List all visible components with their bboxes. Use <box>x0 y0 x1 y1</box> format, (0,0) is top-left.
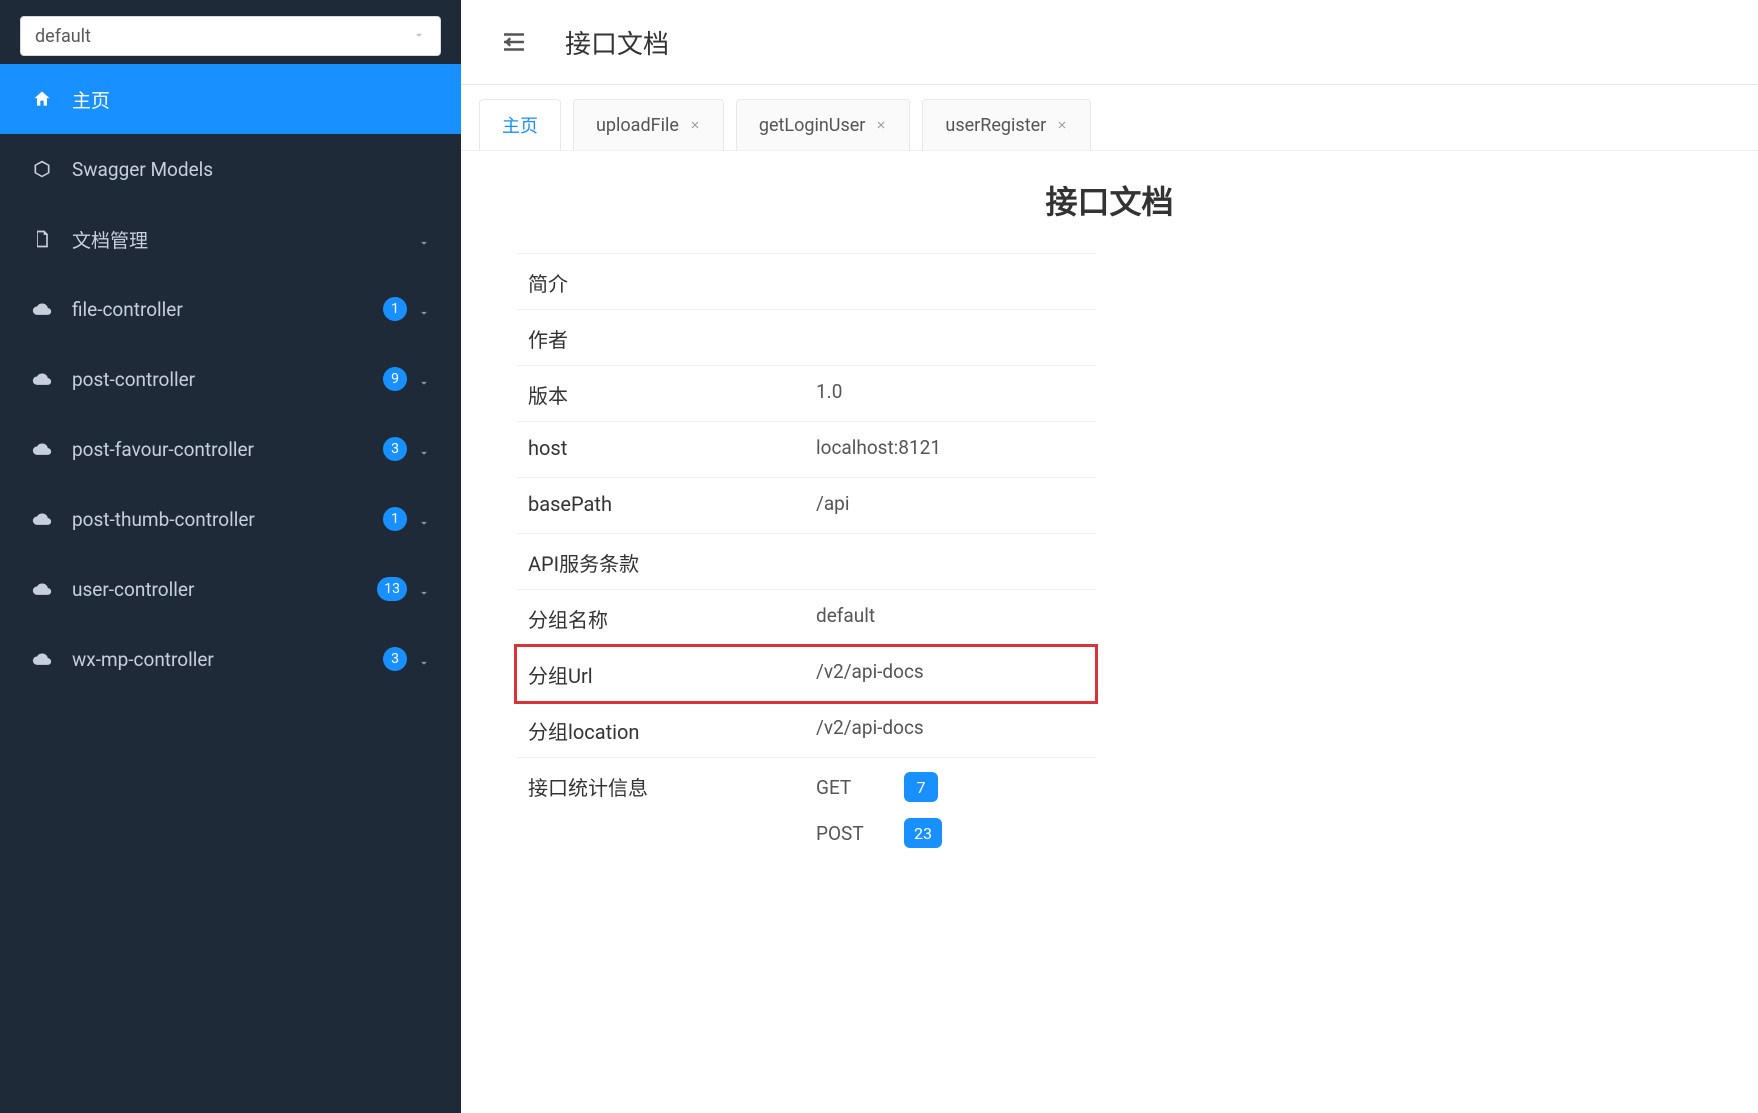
info-label: 分组Url <box>516 660 816 689</box>
group-selector-value: default <box>35 26 91 47</box>
sidebar-item-label: user-controller <box>72 578 377 601</box>
group-selector-wrap: default <box>0 0 461 64</box>
chevron-down-icon <box>417 442 431 456</box>
info-value: /api <box>816 492 1096 515</box>
info-label: API服务条款 <box>516 548 816 577</box>
tab-home[interactable]: 主页 <box>479 99 561 150</box>
content: 接口文档 简介 作者 版本 1.0 host localhost:8121 ba… <box>461 151 1758 1113</box>
count-badge: 1 <box>383 507 407 531</box>
close-icon[interactable] <box>875 119 887 131</box>
group-selector[interactable]: default <box>20 16 441 56</box>
info-row-stats: 接口统计信息 GET 7 POST 23 <box>516 758 1096 860</box>
info-value: 1.0 <box>816 380 1096 403</box>
info-row-highlighted: 分组Url /v2/api-docs <box>516 646 1096 702</box>
tab-userregister[interactable]: userRegister <box>922 99 1091 150</box>
info-value: default <box>816 604 1096 627</box>
info-row: 分组location /v2/api-docs <box>516 702 1096 758</box>
sidebar-item-label: post-thumb-controller <box>72 508 383 531</box>
sidebar-item-label: wx-mp-controller <box>72 648 383 671</box>
page-title: 接口文档 <box>565 24 669 61</box>
count-badge: 9 <box>383 367 407 391</box>
sidebar-item-controller[interactable]: wx-mp-controller 3 <box>0 624 461 694</box>
cloud-icon <box>30 369 54 389</box>
stat-line: POST 23 <box>816 818 1096 848</box>
chevron-down-icon <box>417 302 431 316</box>
info-label: host <box>516 436 816 460</box>
count-badge: 13 <box>377 577 407 601</box>
collapse-sidebar-button[interactable] <box>499 27 529 57</box>
info-row: 作者 <box>516 310 1096 366</box>
sidebar-item-controller[interactable]: post-thumb-controller 1 <box>0 484 461 554</box>
main: 接口文档 主页 uploadFile getLoginUser userRegi… <box>461 0 1758 1113</box>
info-row: 简介 <box>516 254 1096 310</box>
tab-label: getLoginUser <box>759 115 866 136</box>
info-table: 简介 作者 版本 1.0 host localhost:8121 basePat… <box>516 253 1096 860</box>
info-row: 版本 1.0 <box>516 366 1096 422</box>
sidebar-item-label: post-favour-controller <box>72 438 383 461</box>
chevron-down-icon <box>417 232 431 246</box>
sidebar-item-controller[interactable]: post-controller 9 <box>0 344 461 414</box>
topbar: 接口文档 <box>461 0 1758 85</box>
tab-label: uploadFile <box>596 115 679 136</box>
home-icon <box>30 89 54 109</box>
cloud-icon <box>30 649 54 669</box>
sidebar-item-label: file-controller <box>72 298 383 321</box>
info-value: localhost:8121 <box>816 436 1096 459</box>
stat-count-badge: 23 <box>904 818 942 848</box>
info-label: 分组location <box>516 716 816 745</box>
sidebar-item-swagger-models[interactable]: Swagger Models <box>0 134 461 204</box>
count-badge: 1 <box>383 297 407 321</box>
count-badge: 3 <box>383 647 407 671</box>
info-label: basePath <box>516 492 816 516</box>
cloud-icon <box>30 299 54 319</box>
info-label: 分组名称 <box>516 604 816 633</box>
sidebar-menu: 主页 Swagger Models 文档管理 file-controller 1… <box>0 64 461 694</box>
sidebar-item-controller[interactable]: post-favour-controller 3 <box>0 414 461 484</box>
doc-title: 接口文档 <box>501 177 1718 223</box>
sidebar-item-label: 主页 <box>72 86 431 113</box>
stat-count-badge: 7 <box>904 772 938 802</box>
sidebar-item-home[interactable]: 主页 <box>0 64 461 134</box>
count-badge: 3 <box>383 437 407 461</box>
cloud-icon <box>30 439 54 459</box>
chevron-down-icon <box>412 27 426 46</box>
chevron-down-icon <box>417 652 431 666</box>
chevron-down-icon <box>417 582 431 596</box>
sidebar-item-controller[interactable]: file-controller 1 <box>0 274 461 344</box>
sidebar-item-label: 文档管理 <box>72 226 417 253</box>
info-value: /v2/api-docs <box>816 660 1096 683</box>
info-value: /v2/api-docs <box>816 716 1096 739</box>
close-icon[interactable] <box>689 119 701 131</box>
sidebar-item-doc-manage[interactable]: 文档管理 <box>0 204 461 274</box>
sidebar-item-controller[interactable]: user-controller 13 <box>0 554 461 624</box>
document-gear-icon <box>30 229 54 249</box>
sidebar-item-label: post-controller <box>72 368 383 391</box>
stat-method: GET <box>816 776 886 799</box>
cloud-icon <box>30 579 54 599</box>
tab-label: userRegister <box>945 115 1046 136</box>
info-row: host localhost:8121 <box>516 422 1096 478</box>
info-value: GET 7 POST 23 <box>816 772 1096 848</box>
info-label: 版本 <box>516 380 816 409</box>
cloud-icon <box>30 509 54 529</box>
tab-uploadfile[interactable]: uploadFile <box>573 99 724 150</box>
stat-method: POST <box>816 822 886 845</box>
close-icon[interactable] <box>1056 119 1068 131</box>
info-label: 接口统计信息 <box>516 772 816 801</box>
chevron-down-icon <box>417 512 431 526</box>
cube-icon <box>30 159 54 179</box>
sidebar-item-label: Swagger Models <box>72 158 431 181</box>
info-row: basePath /api <box>516 478 1096 534</box>
tab-label: 主页 <box>502 112 538 138</box>
stat-line: GET 7 <box>816 772 1096 802</box>
info-row: API服务条款 <box>516 534 1096 590</box>
info-label: 简介 <box>516 268 816 297</box>
sidebar: default 主页 Swagger Models 文档管理 file-cont… <box>0 0 461 1113</box>
info-label: 作者 <box>516 324 816 353</box>
info-row: 分组名称 default <box>516 590 1096 646</box>
chevron-down-icon <box>417 372 431 386</box>
tab-getloginuser[interactable]: getLoginUser <box>736 99 911 150</box>
tabs: 主页 uploadFile getLoginUser userRegister <box>461 85 1758 151</box>
